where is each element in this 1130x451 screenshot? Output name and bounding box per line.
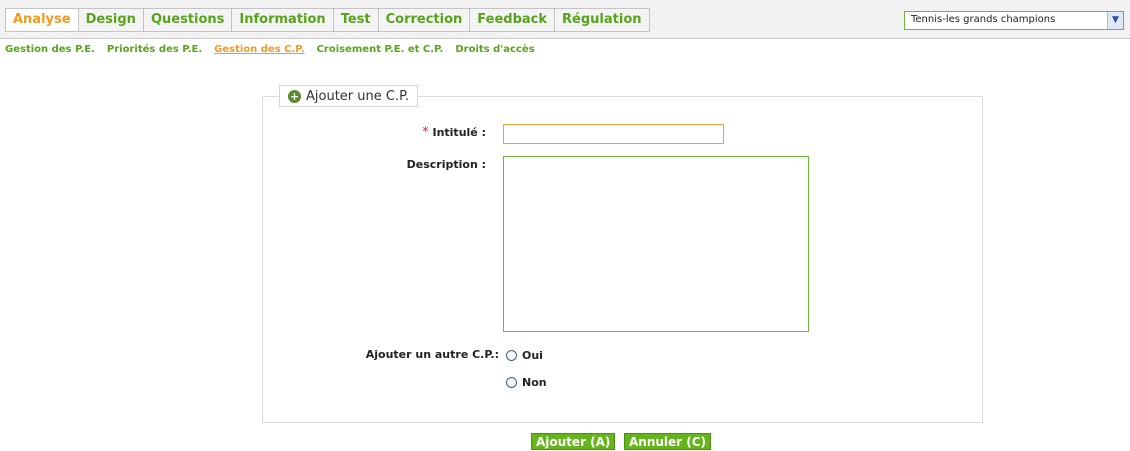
chevron-down-icon[interactable]: ▼ [1107, 12, 1123, 29]
radio-oui-label: Oui [522, 349, 543, 362]
tab-analyse[interactable]: Analyse [5, 8, 79, 32]
top-navigation-bar: Analyse Design Questions Information Tes… [0, 0, 1130, 39]
project-select[interactable]: Tennis-les grands champions ▼ [904, 11, 1124, 30]
subnav-gestion-cp[interactable]: Gestion des C.P. [214, 44, 304, 55]
title-label-row: * Intitulé : [370, 125, 486, 140]
radio-button-icon[interactable] [506, 350, 517, 361]
cancel-button[interactable]: Annuler (C) [624, 433, 712, 450]
main-tabs: Analyse Design Questions Information Tes… [5, 8, 650, 32]
subnav-gestion-pe[interactable]: Gestion des P.E. [5, 44, 95, 55]
form-legend-label: Ajouter une C.P. [306, 88, 410, 104]
add-button[interactable]: Ajouter (A) [531, 433, 616, 450]
tab-correction[interactable]: Correction [378, 8, 471, 32]
tab-design[interactable]: Design [78, 8, 144, 32]
radio-non-label: Non [522, 376, 547, 389]
tab-information[interactable]: Information [232, 8, 334, 32]
plus-circle-icon: + [288, 89, 301, 103]
subnav-priorites-pe[interactable]: Priorités des P.E. [107, 44, 202, 55]
tab-questions[interactable]: Questions [143, 8, 233, 32]
required-mark: * [422, 125, 429, 140]
form-legend[interactable]: + Ajouter une C.P. [279, 85, 419, 107]
radio-oui[interactable]: Oui [506, 349, 543, 362]
tab-feedback[interactable]: Feedback [470, 8, 556, 32]
radio-button-icon[interactable] [506, 377, 517, 388]
title-label: Intitulé : [432, 126, 486, 139]
description-label: Description : [406, 158, 486, 171]
project-select-value: Tennis-les grands champions [911, 14, 1056, 25]
sub-navigation: Gestion des P.E. Priorités des P.E. Gest… [5, 44, 547, 55]
add-another-label: Ajouter un autre C.P.: [365, 348, 499, 361]
subnav-droits-acces[interactable]: Droits d'accès [455, 44, 534, 55]
description-textarea[interactable] [503, 156, 809, 332]
subnav-croisement[interactable]: Croisement P.E. et C.P. [317, 44, 444, 55]
radio-non[interactable]: Non [506, 376, 547, 389]
title-input[interactable] [503, 124, 724, 144]
tab-test[interactable]: Test [333, 8, 379, 32]
tab-regulation[interactable]: Régulation [555, 8, 650, 32]
